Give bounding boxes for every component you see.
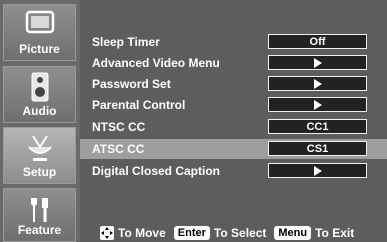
- menu-key: Menu: [274, 226, 312, 240]
- dpad-icon: [100, 226, 114, 240]
- sidebar: Picture Audio Setup Feature: [0, 0, 80, 242]
- right-arrow-icon[interactable]: [268, 55, 367, 70]
- tab-picture-label: Picture: [19, 42, 60, 56]
- tab-audio-label: Audio: [22, 104, 57, 118]
- tab-feature[interactable]: Feature: [3, 188, 76, 242]
- menu-item-digital-closed-caption[interactable]: Digital Closed Caption: [80, 161, 387, 181]
- menu-item-atsc-cc[interactable]: ATSC CC CS1: [80, 139, 387, 159]
- hint-select-text: To Select: [213, 226, 267, 240]
- tab-setup[interactable]: Setup: [3, 127, 76, 184]
- tab-audio[interactable]: Audio: [3, 66, 76, 123]
- menu-item-label: Sleep Timer: [92, 35, 160, 49]
- tools-icon: [30, 198, 48, 222]
- menu-item-ntsc-cc[interactable]: NTSC CC CC1: [80, 117, 387, 137]
- speaker-icon: [31, 72, 48, 102]
- right-arrow-icon[interactable]: [268, 97, 367, 112]
- menu-item-label: NTSC CC: [92, 120, 146, 134]
- satellite-icon: [27, 135, 52, 161]
- menu-item-label: Advanced Video Menu: [92, 56, 220, 70]
- menu-item-advanced-video-menu[interactable]: Advanced Video Menu: [80, 53, 387, 73]
- tab-feature-label: Feature: [17, 223, 62, 237]
- menu-item-label: Password Set: [92, 77, 171, 91]
- ntsc-cc-value[interactable]: CC1: [268, 119, 367, 134]
- enter-key: Enter: [173, 226, 210, 240]
- right-arrow-icon[interactable]: [268, 76, 367, 91]
- menu-item-label: Digital Closed Caption: [92, 164, 221, 178]
- menu-item-password-set[interactable]: Password Set: [80, 74, 387, 94]
- right-arrow-icon[interactable]: [268, 163, 367, 178]
- sleep-timer-value[interactable]: Off: [268, 34, 367, 49]
- hint-exit-text: To Exit: [315, 226, 355, 240]
- tab-picture[interactable]: Picture: [3, 4, 76, 61]
- menu-item-label: ATSC CC: [92, 142, 145, 156]
- hint-move-text: To Move: [118, 226, 166, 240]
- menu-item-parental-control[interactable]: Parental Control: [80, 95, 387, 115]
- atsc-cc-value[interactable]: CS1: [268, 141, 367, 156]
- menu-item-sleep-timer[interactable]: Sleep Timer Off: [80, 32, 387, 52]
- tab-setup-label: Setup: [22, 165, 57, 179]
- navigation-hint-bar: To Move Enter To Select Menu To Exit: [80, 224, 387, 242]
- menu-item-label: Parental Control: [92, 98, 186, 112]
- tv-icon: [25, 10, 54, 34]
